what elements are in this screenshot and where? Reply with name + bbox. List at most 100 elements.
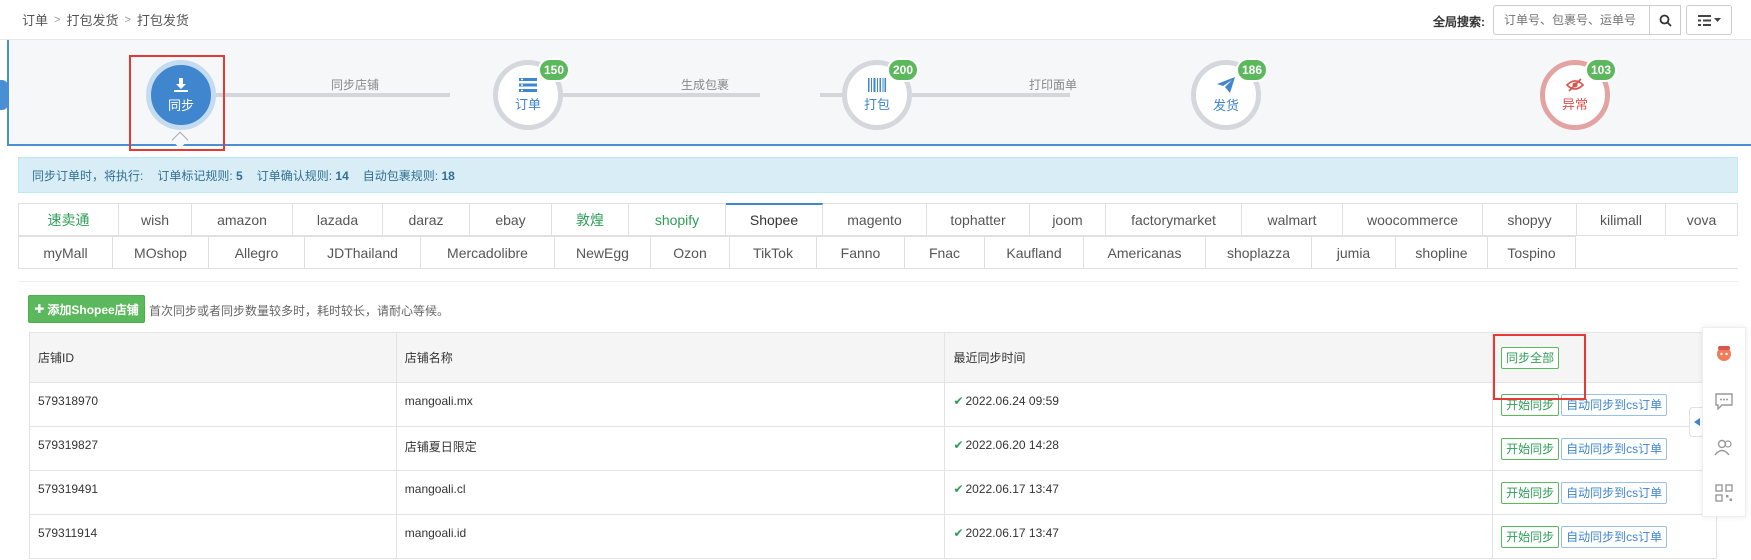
workflow-connector [200, 93, 450, 97]
tab-ebay[interactable]: ebay [470, 203, 552, 235]
cell-last-sync: ✔ 2022.06.17 13:47 [944, 470, 1494, 515]
check-icon: ✔ [953, 482, 964, 496]
tab-wish[interactable]: wish [119, 203, 192, 235]
tab-shopline[interactable]: shopline [1396, 236, 1488, 268]
check-icon: ✔ [953, 394, 964, 408]
count-badge: 150 [537, 58, 570, 82]
step-exception[interactable]: 异常 103 [1540, 58, 1617, 130]
cell-store-id: 579311914 [29, 514, 397, 559]
list-icon [1697, 14, 1711, 26]
tab-tiktok[interactable]: TikTok [730, 236, 817, 268]
caret-left-icon [1693, 418, 1700, 426]
count-badge: 186 [1235, 58, 1268, 82]
tab-americanas[interactable]: Americanas [1084, 236, 1206, 268]
start-sync-button[interactable]: 开始同步 [1501, 438, 1560, 460]
rule-order-mark[interactable]: 订单标记规则: 5 [157, 167, 242, 184]
breadcrumb-item-orders[interactable]: 订单 [22, 10, 48, 29]
tab-kaufland[interactable]: Kaufland [985, 236, 1084, 268]
eye-slash-icon [1566, 77, 1584, 92]
global-search-input[interactable] [1493, 5, 1650, 35]
workflow-connector-label: 打印面单 [1029, 78, 1078, 92]
breadcrumb-item-current: 打包发货 [136, 13, 189, 28]
check-icon: ✔ [953, 438, 964, 452]
highlight-box-sync-all [1493, 334, 1586, 400]
tab-walmart[interactable]: walmart [1242, 203, 1343, 235]
tab-shopify[interactable]: shopify [629, 203, 726, 235]
tab-ozon[interactable]: Ozon [651, 236, 730, 268]
customer-service-icon[interactable] [1713, 342, 1735, 364]
rule-auto-package[interactable]: 自动包裹规则: 18 [363, 167, 455, 184]
add-store-button[interactable]: ✚ 添加Shopee店铺 [28, 295, 145, 323]
cell-store-name: 店铺夏日限定 [395, 426, 946, 471]
tab-tospino[interactable]: Tospino [1488, 236, 1576, 268]
step-label: 异常 [1561, 96, 1588, 112]
step-label: 打包 [863, 96, 890, 112]
auto-sync-cs-button[interactable]: 自动同步到cs订单 [1561, 438, 1668, 460]
qrcode-icon[interactable] [1715, 484, 1733, 502]
tab-shoplazza[interactable]: shoplazza [1206, 236, 1312, 268]
chevron-right-icon: > [54, 13, 61, 26]
auto-sync-cs-button[interactable]: 自动同步到cs订单 [1561, 482, 1668, 504]
chevron-right-icon: > [124, 13, 131, 26]
tab-jumia[interactable]: jumia [1312, 236, 1396, 268]
sync-note: 首次同步或者同步数量较多时，耗时较长，请耐心等候。 [149, 304, 450, 318]
tab-joom[interactable]: joom [1030, 203, 1106, 235]
workflow-connector-label: 同步店铺 [331, 78, 380, 92]
cell-last-sync: ✔ 2022.06.20 14:28 [944, 426, 1494, 471]
tab-lazada[interactable]: lazada [293, 203, 383, 235]
column-header-last-sync: 最近同步时间 [944, 332, 1494, 383]
auto-sync-cs-button[interactable]: 自动同步到cs订单 [1561, 526, 1668, 548]
tab-tophatter[interactable]: tophatter [927, 203, 1030, 235]
tab-daraz[interactable]: daraz [383, 203, 470, 235]
tab-mymall[interactable]: myMall [18, 236, 113, 268]
table-row: 579311914 mangoali.id ✔ 2022.06.17 13:47 … [29, 514, 1717, 559]
tab-woocommerce[interactable]: woocommerce [1343, 203, 1483, 235]
cell-last-sync: ✔ 2022.06.24 09:59 [944, 382, 1494, 427]
tab-fanno[interactable]: Fanno [817, 236, 905, 268]
count-badge: 200 [886, 58, 919, 82]
users-icon[interactable] [1714, 438, 1734, 456]
tab-factorymarket[interactable]: factorymarket [1106, 203, 1242, 235]
tab-amazon[interactable]: amazon [192, 203, 293, 235]
float-toolbar-toggle[interactable] [1689, 407, 1703, 437]
table-row: 579319827 店铺夏日限定 ✔ 2022.06.20 14:28 开始同步自… [29, 426, 1717, 471]
step-ship[interactable]: 发货 186 [1191, 58, 1268, 130]
side-collapse-tab[interactable] [0, 80, 8, 110]
tab-shopee[interactable]: Shopee [726, 203, 823, 235]
tab-magento[interactable]: magento [823, 203, 927, 235]
search-icon [1659, 14, 1672, 27]
tab-shopyy[interactable]: shopyy [1483, 203, 1577, 235]
tab-mercadolibre[interactable]: Mercadolibre [421, 236, 555, 268]
step-pack[interactable]: 打包 200 [842, 58, 919, 130]
store-table: 店铺ID 店铺名称 最近同步时间 同步全部 579318970 mangoali… [29, 332, 1717, 559]
search-options-button[interactable] [1686, 5, 1732, 35]
rule-order-confirm[interactable]: 订单确认规则: 14 [257, 167, 349, 184]
chat-icon[interactable] [1714, 392, 1734, 410]
count-badge: 103 [1584, 58, 1617, 82]
cell-store-name: mangoali.id [395, 514, 946, 559]
store-panel: ✚ 添加Shopee店铺 首次同步或者同步数量较多时，耗时较长，请耐心等候。 店… [18, 281, 1738, 560]
step-orders[interactable]: 订单 150 [493, 58, 570, 130]
column-header-store-name: 店铺名称 [395, 332, 946, 383]
tab-aliexpress[interactable]: 速卖通 [18, 203, 119, 235]
tab-allegro[interactable]: Allegro [209, 236, 305, 268]
step-label: 订单 [514, 96, 541, 112]
highlight-box-sync-step [129, 55, 225, 151]
tab-dhgate[interactable]: 敦煌 [552, 203, 629, 235]
start-sync-button[interactable]: 开始同步 [1501, 482, 1560, 504]
tab-vova[interactable]: vova [1666, 203, 1738, 235]
platform-tabs-row: 速卖通 wish amazon lazada daraz ebay 敦煌 sho… [18, 203, 1738, 236]
search-button[interactable] [1649, 5, 1681, 35]
plus-icon: ✚ [34, 302, 45, 316]
tab-moshop[interactable]: MOshop [113, 236, 209, 268]
tab-fnac[interactable]: Fnac [905, 236, 985, 268]
breadcrumb-item-pack-ship[interactable]: 打包发货 [66, 10, 118, 29]
tab-jdthailand[interactable]: JDThailand [305, 236, 421, 268]
tab-newegg[interactable]: NewEgg [555, 236, 651, 268]
start-sync-button[interactable]: 开始同步 [1501, 526, 1560, 548]
check-icon: ✔ [953, 526, 964, 540]
cell-actions: 开始同步 自动同步到cs订单 [1492, 470, 1717, 515]
tab-kilimall[interactable]: kilimall [1577, 203, 1666, 235]
step-label: 发货 [1212, 97, 1239, 113]
breadcrumb: 订单 > 打包发货 > 打包发货 [22, 10, 189, 29]
